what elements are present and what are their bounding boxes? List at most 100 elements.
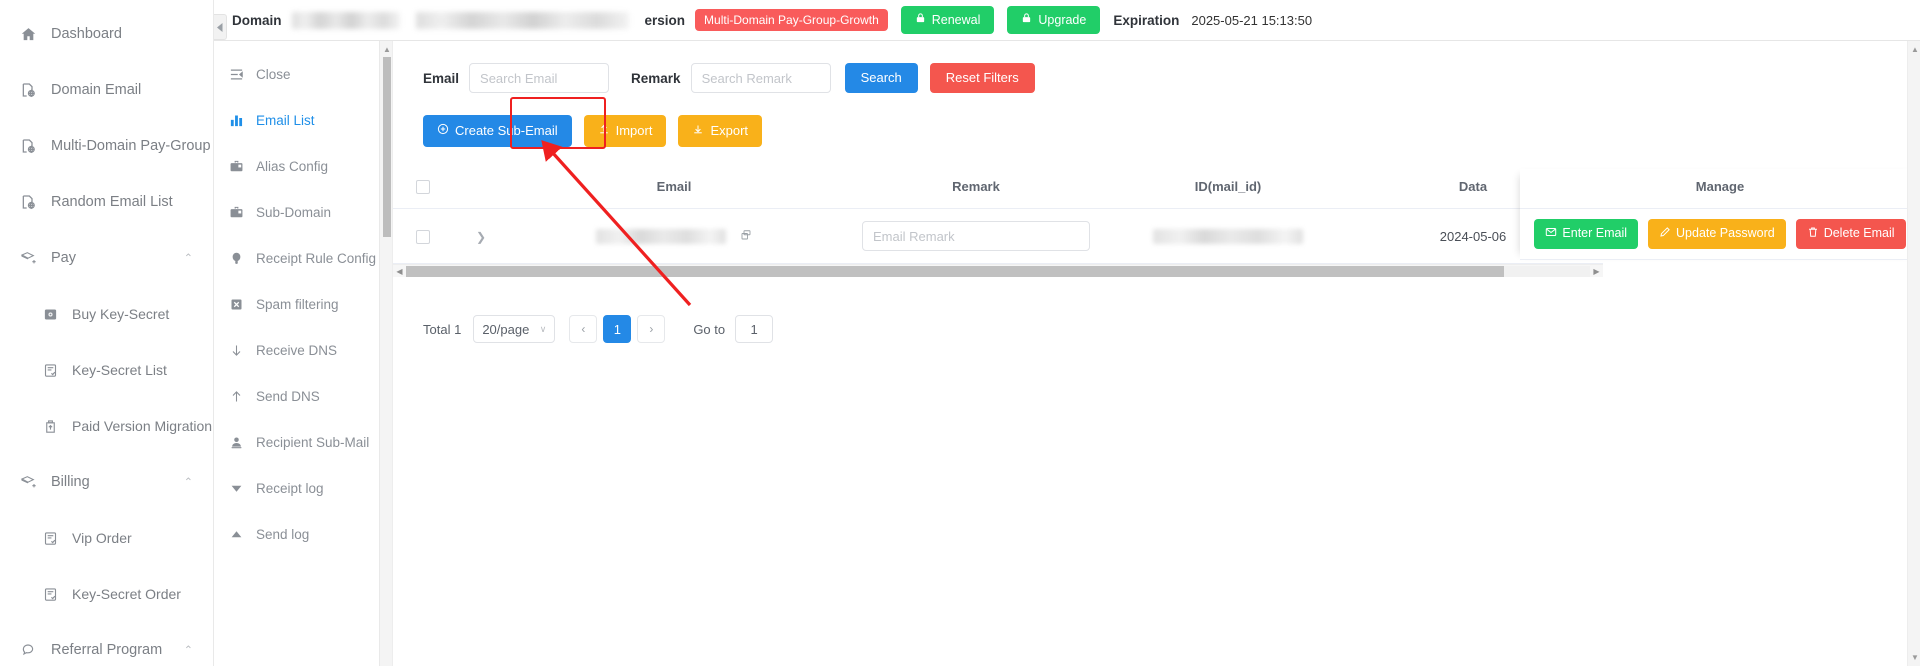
sidebar-item-close[interactable]: Close xyxy=(214,51,379,97)
triangle-up-icon xyxy=(228,526,245,543)
right-pane: Domain ersion Multi-Domain Pay-Group-Gro… xyxy=(214,0,1920,666)
migration-icon xyxy=(40,416,60,436)
scroll-thumb[interactable] xyxy=(383,57,391,237)
email-remark-input[interactable] xyxy=(862,221,1090,252)
pencil-icon xyxy=(1659,226,1671,242)
pay-icon xyxy=(18,472,38,492)
sidebar-item-dashboard[interactable]: Dashboard xyxy=(0,6,213,62)
sidebar-item-label: Pay xyxy=(51,250,76,266)
delete-email-button[interactable]: Delete Email xyxy=(1795,218,1906,249)
sidebar-group-pay[interactable]: Pay ⌃ xyxy=(0,230,213,286)
trash-icon xyxy=(1807,226,1819,242)
hscroll-left-arrow-icon[interactable]: ◀ xyxy=(393,267,406,276)
scroll-up-arrow-icon[interactable]: ▲ xyxy=(383,45,391,54)
sidebar-item-send-log[interactable]: Send log xyxy=(214,511,379,557)
referral-icon xyxy=(18,640,38,660)
list-doc-icon xyxy=(40,360,60,380)
goto-page-input[interactable] xyxy=(735,315,774,344)
sidebar-item-domain-email[interactable]: Domain Email xyxy=(0,62,213,118)
sidebar-item-random-email-list[interactable]: Random Email List xyxy=(0,174,213,230)
expiration-value: 2025-05-21 15:13:50 xyxy=(1191,12,1313,28)
sidebar-item-label: Email List xyxy=(256,112,315,128)
sidebar-item-multi-domain-pay-group[interactable]: Multi-Domain Pay-Group xyxy=(0,118,213,174)
delete-email-label: Delete Email xyxy=(1823,226,1895,241)
domain-email-icon xyxy=(18,192,38,212)
select-all-checkbox[interactable] xyxy=(416,180,430,195)
sidebar-item-receipt-rule-config[interactable]: Receipt Rule Config xyxy=(214,235,379,281)
chevron-right-icon[interactable]: ❯ xyxy=(476,230,486,244)
create-sub-email-button[interactable]: Create Sub-Email xyxy=(423,115,572,147)
table-horizontal-scrollbar[interactable]: ◀ ▶ xyxy=(393,264,1603,278)
sidebar-group-billing[interactable]: Billing ⌃ xyxy=(0,454,213,510)
home-icon xyxy=(18,24,38,44)
briefcase-icon xyxy=(228,158,245,175)
renewal-button[interactable]: Renewal xyxy=(900,6,995,34)
sidebar-item-recipient-sub-mail[interactable]: Recipient Sub-Mail xyxy=(214,419,379,465)
import-button[interactable]: Import xyxy=(583,115,667,147)
sidebar-item-label: Send DNS xyxy=(256,388,320,404)
sidebar-item-email-list[interactable]: Email List xyxy=(214,97,379,143)
sidebar-item-label: Paid Version Migration xyxy=(72,418,213,434)
sidebar-item-receipt-log[interactable]: Receipt log xyxy=(214,465,379,511)
sidebar-item-label: Send log xyxy=(256,526,310,542)
page-scroll-up-arrow-icon[interactable]: ▲ xyxy=(1911,45,1919,54)
sidebar-item-vip-order[interactable]: Vip Order xyxy=(0,510,213,566)
domain-label: Domain xyxy=(232,12,282,28)
sidebar-item-label: Billing xyxy=(51,474,90,490)
prev-page-button[interactable]: ‹ xyxy=(569,315,598,344)
page-size-select[interactable]: 20/page ∨ xyxy=(473,315,556,344)
page-scroll-down-arrow-icon[interactable]: ▼ xyxy=(1911,653,1919,662)
upgrade-button[interactable]: Upgrade xyxy=(1007,6,1101,34)
next-page-button[interactable]: › xyxy=(637,315,666,344)
chevron-up-icon[interactable]: ⌃ xyxy=(184,252,193,265)
row-checkbox[interactable] xyxy=(416,229,430,244)
chevron-up-icon[interactable]: ⌃ xyxy=(184,476,193,489)
content-wrap: ▲ Email Remark Search Reset Filters xyxy=(380,41,1920,666)
export-label: Export xyxy=(710,123,749,138)
sidebar-item-key-secret-order[interactable]: Key-Secret Order xyxy=(0,566,213,622)
content-vertical-scrollbar[interactable]: ▲ xyxy=(380,41,393,666)
sidebar-item-buy-key-secret[interactable]: Buy Key-Secret xyxy=(0,286,213,342)
filter-bar: Email Remark Search Reset Filters xyxy=(393,41,1920,93)
goto-label: Go to xyxy=(693,321,726,337)
search-button[interactable]: Search xyxy=(844,63,918,93)
lock-icon xyxy=(915,12,926,28)
update-password-button[interactable]: Update Password xyxy=(1648,218,1786,249)
lock-icon xyxy=(1021,12,1032,28)
sidebar-collapse-toggle[interactable] xyxy=(214,14,227,40)
sidebar-item-key-secret-list[interactable]: Key-Secret List xyxy=(0,342,213,398)
sidebar-item-label: Key-Secret Order xyxy=(72,586,181,602)
copy-icon[interactable] xyxy=(740,230,752,244)
sidebar-item-alias-config[interactable]: Alias Config xyxy=(214,143,379,189)
row-expand-cell: ❯ xyxy=(453,208,509,265)
page-size-value: 20/page xyxy=(482,321,530,337)
sidebar-item-label: Close xyxy=(256,66,291,82)
sidebar-item-send-dns[interactable]: Send DNS xyxy=(214,373,379,419)
reset-filters-button[interactable]: Reset Filters xyxy=(929,63,1035,93)
chevron-up-icon[interactable]: ⌃ xyxy=(184,644,193,657)
hscroll-track[interactable] xyxy=(406,265,1590,277)
version-label: ersion xyxy=(644,12,686,28)
hscroll-thumb[interactable] xyxy=(406,265,1504,277)
sidebar-group-referral-program[interactable]: Referral Program ⌃ xyxy=(0,622,213,666)
domain-email-icon xyxy=(18,136,38,156)
enter-email-button[interactable]: Enter Email xyxy=(1534,218,1639,249)
search-email-input[interactable] xyxy=(469,63,610,93)
page-1-button[interactable]: 1 xyxy=(603,315,632,344)
envelope-icon xyxy=(1545,226,1557,242)
expand-header xyxy=(453,168,509,210)
wallet-icon xyxy=(40,304,60,324)
page-vertical-scrollbar[interactable]: ▲ ▼ xyxy=(1907,41,1920,666)
sidebar-item-paid-version-migration[interactable]: Paid Version Migration xyxy=(0,398,213,454)
sidebar-item-sub-domain[interactable]: Sub-Domain xyxy=(214,189,379,235)
search-remark-input[interactable] xyxy=(690,63,831,93)
sidebar-item-spam-filtering[interactable]: Spam filtering xyxy=(214,281,379,327)
app-root: Dashboard Domain Email Multi-Domain Pay-… xyxy=(0,0,1920,666)
pay-icon xyxy=(18,248,38,268)
body-split: Close Email List Alias Config Sub-Domain… xyxy=(214,41,1920,666)
download-icon xyxy=(692,123,704,139)
hscroll-right-arrow-icon[interactable]: ▶ xyxy=(1590,267,1603,276)
sidebar-item-label: Receipt log xyxy=(256,480,324,496)
export-button[interactable]: Export xyxy=(678,115,763,147)
sidebar-item-receive-dns[interactable]: Receive DNS xyxy=(214,327,379,373)
